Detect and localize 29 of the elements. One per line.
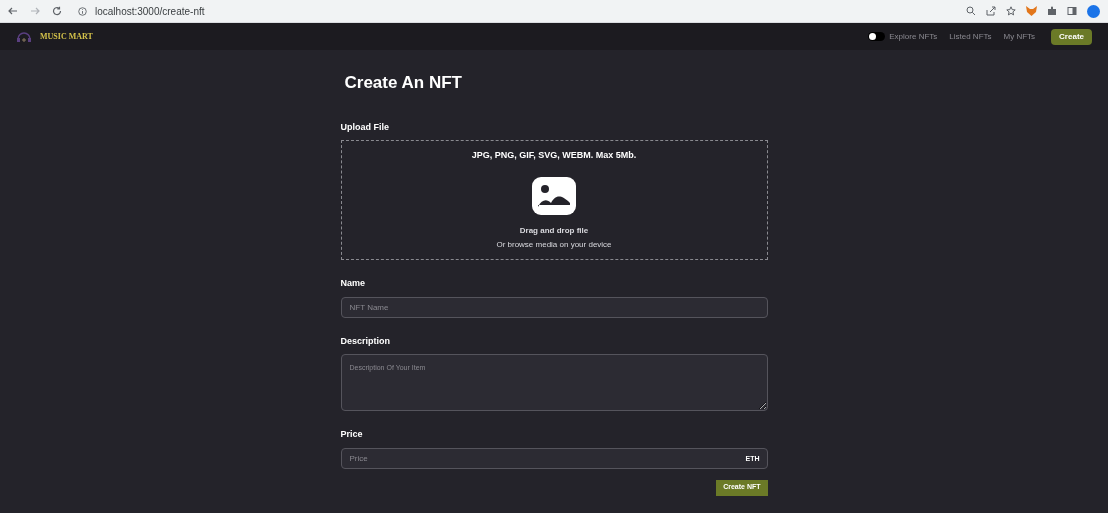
- profile-avatar[interactable]: [1087, 4, 1100, 18]
- name-field[interactable]: NFT Name: [340, 296, 768, 318]
- logo-icon: [16, 30, 32, 43]
- logo-text[interactable]: MUSIC MART: [40, 30, 93, 43]
- create-button[interactable]: Create: [1051, 28, 1092, 45]
- sidebar-icon[interactable]: [1067, 6, 1077, 16]
- theme-toggle[interactable]: [868, 32, 886, 41]
- share-icon[interactable]: [986, 6, 996, 16]
- url-text: localhost:3000/create-nft: [95, 4, 205, 19]
- field-label: Description: [340, 334, 391, 348]
- image-icon: [532, 176, 576, 215]
- puzzle-icon[interactable]: [1047, 6, 1057, 16]
- fox-icon[interactable]: [1026, 6, 1037, 16]
- nav-link[interactable]: Explore NFTs: [889, 30, 938, 43]
- browse-text: Or browse media on your device: [496, 238, 612, 251]
- upload-dropzone[interactable]: JPG, PNG, GIF, SVG, WEBM. Max 5Mb. Drag and drop file Or browse media on your device: [340, 140, 768, 260]
- back-icon[interactable]: [8, 6, 18, 16]
- field-label: Name: [340, 277, 366, 290]
- info-icon: [78, 6, 87, 16]
- page-title: Create An NFT: [344, 72, 463, 94]
- drag-text: Drag and drop file: [519, 224, 589, 237]
- nav-link[interactable]: My NFTs: [1003, 30, 1036, 43]
- field-label: Upload File: [340, 120, 390, 134]
- star-icon[interactable]: [1006, 6, 1016, 16]
- zoom-icon[interactable]: [966, 6, 976, 16]
- format-text: JPG, PNG, GIF, SVG, WEBM. Max 5Mb.: [471, 149, 637, 162]
- field-label: Price: [340, 428, 364, 441]
- reload-icon[interactable]: [52, 6, 62, 16]
- nav-link[interactable]: Listed NFTs: [949, 30, 992, 43]
